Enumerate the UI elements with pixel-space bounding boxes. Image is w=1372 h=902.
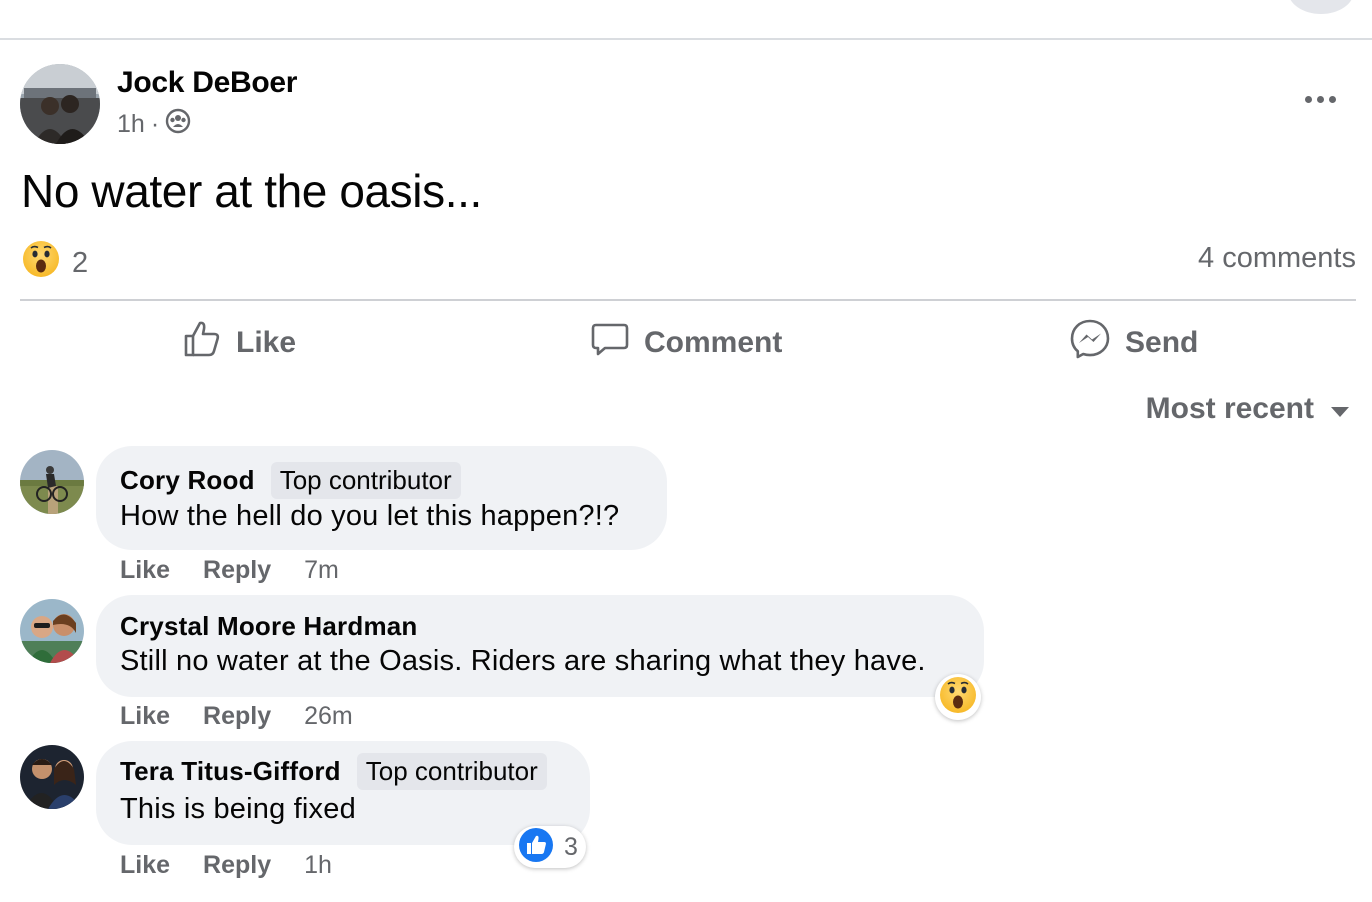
post-author-name[interactable]: Jock DeBoer [117,66,297,100]
comment-sort-dropdown[interactable]: Most recent [1146,392,1350,426]
messenger-icon [1069,318,1111,368]
more-options-button[interactable] [1296,84,1344,114]
like-thumb-icon [518,827,554,868]
like-outline-icon [182,319,222,367]
top-contributor-badge: Top contributor [356,753,547,790]
comment-label: Comment [644,326,783,359]
post-time[interactable]: 1h [117,110,145,139]
comment-time[interactable]: 26m [304,702,353,731]
top-nav-button[interactable] [1288,0,1354,14]
comment-header: Tera Titus-Gifford Top contributor [120,753,547,790]
more-dot [1316,95,1324,103]
comment-reply-link[interactable]: Reply [203,556,271,585]
comment-actions: Like Reply 7m [120,556,339,585]
comment-like-link[interactable]: Like [120,851,170,880]
meta-separator: · [150,110,160,138]
more-dot [1304,95,1312,103]
actions-divider [20,299,1356,301]
comment-reply-link[interactable]: Reply [203,851,271,880]
comment-button[interactable]: Comment [590,318,782,368]
like-label: Like [236,326,297,359]
comment-reaction-chip[interactable]: 3 [514,826,586,868]
comment-header: Cory Rood Top contributor [120,462,461,499]
reactions-summary[interactable]: 2 [22,240,88,286]
reaction-count: 2 [72,246,89,279]
commenter-name[interactable]: Tera Titus-Gifford [120,756,341,787]
comment-bubble: Crystal Moore Hardman Still no water at … [96,595,984,697]
comment-like-link[interactable]: Like [120,556,170,585]
comment-actions: Like Reply 26m [120,702,353,731]
comment-text: This is being fixed [120,793,356,825]
comment-reaction-chip[interactable] [935,674,981,720]
comment-bubble: Cory Rood Top contributor How the hell d… [96,446,667,550]
caret-down-icon [1330,392,1350,426]
comment-reaction-count: 3 [564,832,578,861]
send-label: Send [1125,326,1199,359]
comment-like-link[interactable]: Like [120,702,170,731]
wow-emoji-icon [22,240,60,286]
top-contributor-badge: Top contributor [270,462,461,499]
post-meta: 1h · [117,108,191,141]
comment-time[interactable]: 7m [304,556,339,585]
comments-count[interactable]: 4 comments [1198,242,1356,275]
commenter-avatar[interactable] [20,450,84,514]
comment-actions: Like Reply 1h [120,851,332,880]
commenter-avatar[interactable] [20,599,84,663]
post-text: No water at the oasis... [21,165,482,217]
comment-text: Still no water at the Oasis. Riders are … [120,645,926,677]
sort-label: Most recent [1145,392,1314,425]
comment-text: How the hell do you let this happen?!? [120,500,620,532]
commenter-name[interactable]: Cory Rood [120,465,255,496]
comment-bubble-icon [590,319,630,367]
post-author-avatar[interactable] [20,64,100,144]
comment-header: Crystal Moore Hardman [120,611,418,642]
commenter-name[interactable]: Crystal Moore Hardman [120,611,418,641]
like-button[interactable]: Like [182,318,296,368]
comment-reply-link[interactable]: Reply [203,702,271,731]
commenter-avatar[interactable] [20,745,84,809]
wow-emoji-icon [939,676,977,719]
comment-bubble: Tera Titus-Gifford Top contributor This … [96,741,590,845]
group-icon [165,108,191,141]
comment-time[interactable]: 1h [304,851,332,880]
send-button[interactable]: Send [1069,318,1198,368]
more-dot [1328,95,1336,103]
top-divider [0,38,1372,40]
